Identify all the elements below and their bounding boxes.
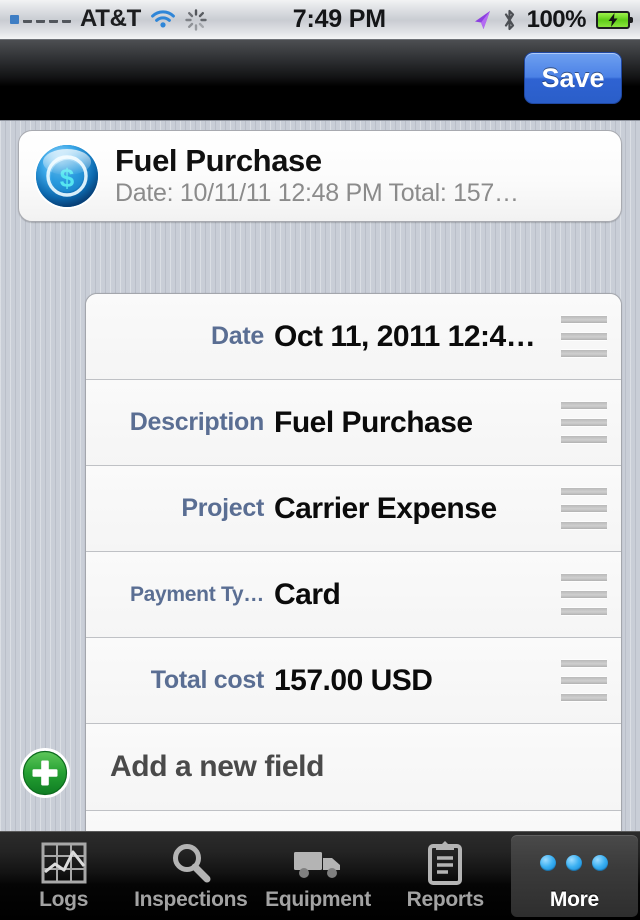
table-row[interactable]: Project Carrier Expense [86,466,621,552]
table-row[interactable]: Payment Ty… Card [86,552,621,638]
green-plus-circle-icon[interactable] [18,746,72,800]
table-row[interactable]: Date Oct 11, 2011 12:4… [86,294,621,380]
summary-subtitle: Date: 10/11/11 12:48 PM Total: 157… [115,179,519,207]
content-area: $ Fuel Purchase Date: 10/11/11 12:48 PM … [0,120,640,833]
reorder-handle-icon[interactable] [561,401,607,444]
status-bar-right: 100% [472,5,633,34]
field-value: Card [274,577,341,611]
save-button[interactable]: Save [524,52,622,104]
field-label: Date [211,322,264,350]
tab-bar: Logs Inspections Equipment Reports More [0,831,640,920]
reorder-handle-icon[interactable] [561,315,607,358]
truck-icon [292,840,344,886]
tab-label: Equipment [265,888,371,911]
status-bar-center: 7:49 PM [207,5,472,34]
wifi-icon [150,9,176,30]
field-label: Project [181,494,264,522]
clipboard-icon [424,840,466,886]
status-bar: AT&T 7:49 PM 100% [0,0,640,40]
add-new-field-row[interactable]: Add a new field [86,724,621,811]
signal-bars-icon [10,12,71,28]
field-label: Payment Ty… [129,582,264,606]
tab-label: Inspections [134,888,248,911]
tab-label: More [549,888,599,911]
magnifier-icon [168,840,214,886]
add-new-field-label: Add a new field [110,750,325,783]
field-value: 157.00 USD [274,663,433,697]
reorder-handle-icon[interactable] [561,573,607,616]
reorder-handle-icon[interactable] [561,487,607,530]
status-bar-left: AT&T [10,5,207,35]
field-value: Fuel Purchase [274,405,473,439]
activity-spinner-icon [185,8,207,31]
navigation-bar: Save [0,40,640,120]
clock-label: 7:49 PM [292,5,386,33]
location-arrow-icon [472,9,492,31]
three-dots-icon [540,840,609,886]
field-value: Oct 11, 2011 12:4… [274,319,536,353]
bluetooth-icon [502,8,517,32]
summary-title: Fuel Purchase [115,144,322,178]
tab-reports[interactable]: Reports [382,832,509,920]
tab-label: Reports [406,888,485,911]
reorder-handle-icon[interactable] [561,659,607,702]
table-row[interactable]: Total cost 157.00 USD [86,638,621,724]
record-summary-card[interactable]: $ Fuel Purchase Date: 10/11/11 12:48 PM … [18,130,622,222]
chart-grid-icon [41,840,87,886]
field-value: Carrier Expense [274,491,497,525]
field-table: Date Oct 11, 2011 12:4… Description Fuel… [85,293,622,833]
dollar-coin-icon: $ [31,140,103,212]
table-row[interactable]: Description Fuel Purchase [86,380,621,466]
battery-percent-label: 100% [526,5,587,33]
tab-equipment[interactable]: Equipment [254,832,381,920]
tab-inspections[interactable]: Inspections [127,832,254,920]
tab-logs[interactable]: Logs [0,832,127,920]
table-row-partial[interactable] [86,811,621,833]
iphone-screen: AT&T 7:49 PM 100% Save $ Fuel Purchase D… [0,0,640,920]
field-label: Description [129,408,265,436]
summary-text-block: Fuel Purchase Date: 10/11/11 12:48 PM To… [115,144,609,208]
tab-more[interactable]: More [510,835,639,917]
carrier-label: AT&T [80,4,142,32]
field-label: Total cost [150,666,265,694]
battery-charging-icon [596,10,633,29]
tab-label: Logs [39,888,89,911]
